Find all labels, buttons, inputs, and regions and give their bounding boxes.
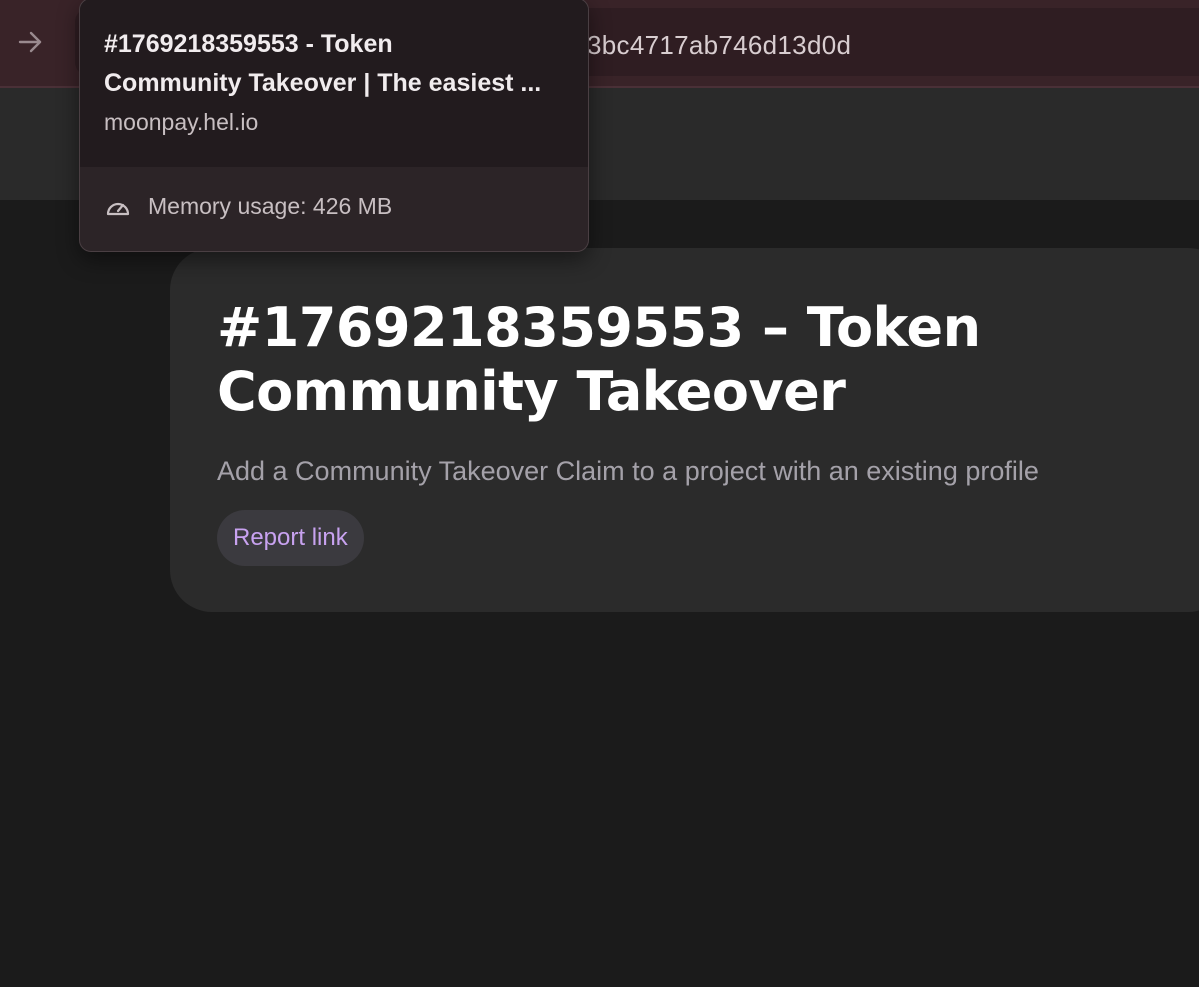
page-title-line-2: Community Takeover: [217, 360, 846, 423]
forward-button[interactable]: [10, 22, 50, 62]
tab-hover-domain: moonpay.hel.io: [104, 109, 259, 135]
report-link-button[interactable]: Report link: [217, 510, 364, 566]
tab-hover-title: #1769218359553 - Token Community Takeove…: [104, 25, 568, 103]
arrow-right-icon: [18, 31, 42, 53]
page-title: #1769218359553 – Token Community Takeove…: [217, 296, 1077, 424]
address-bar-url: 3bc4717ab746d13d0d: [587, 30, 852, 60]
page-title-line-1: #1769218359553 – Token: [217, 296, 981, 359]
page-subtitle: Add a Community Takeover Claim to a proj…: [217, 456, 1039, 486]
tab-hover-card-header: #1769218359553 - Token Community Takeove…: [80, 0, 588, 167]
page-hero-card: #1769218359553 – Token Community Takeove…: [170, 248, 1199, 612]
tab-hover-card: #1769218359553 - Token Community Takeove…: [79, 0, 589, 252]
tab-hover-title-line-2: Community Takeover | The easiest ...: [104, 69, 542, 97]
speedometer-icon: [106, 202, 130, 215]
tab-hover-title-line-1: #1769218359553 - Token: [104, 30, 393, 58]
memory-usage-text: Memory usage: 426 MB: [148, 193, 393, 219]
tab-hover-memory: Memory usage: 426 MB: [104, 193, 392, 220]
